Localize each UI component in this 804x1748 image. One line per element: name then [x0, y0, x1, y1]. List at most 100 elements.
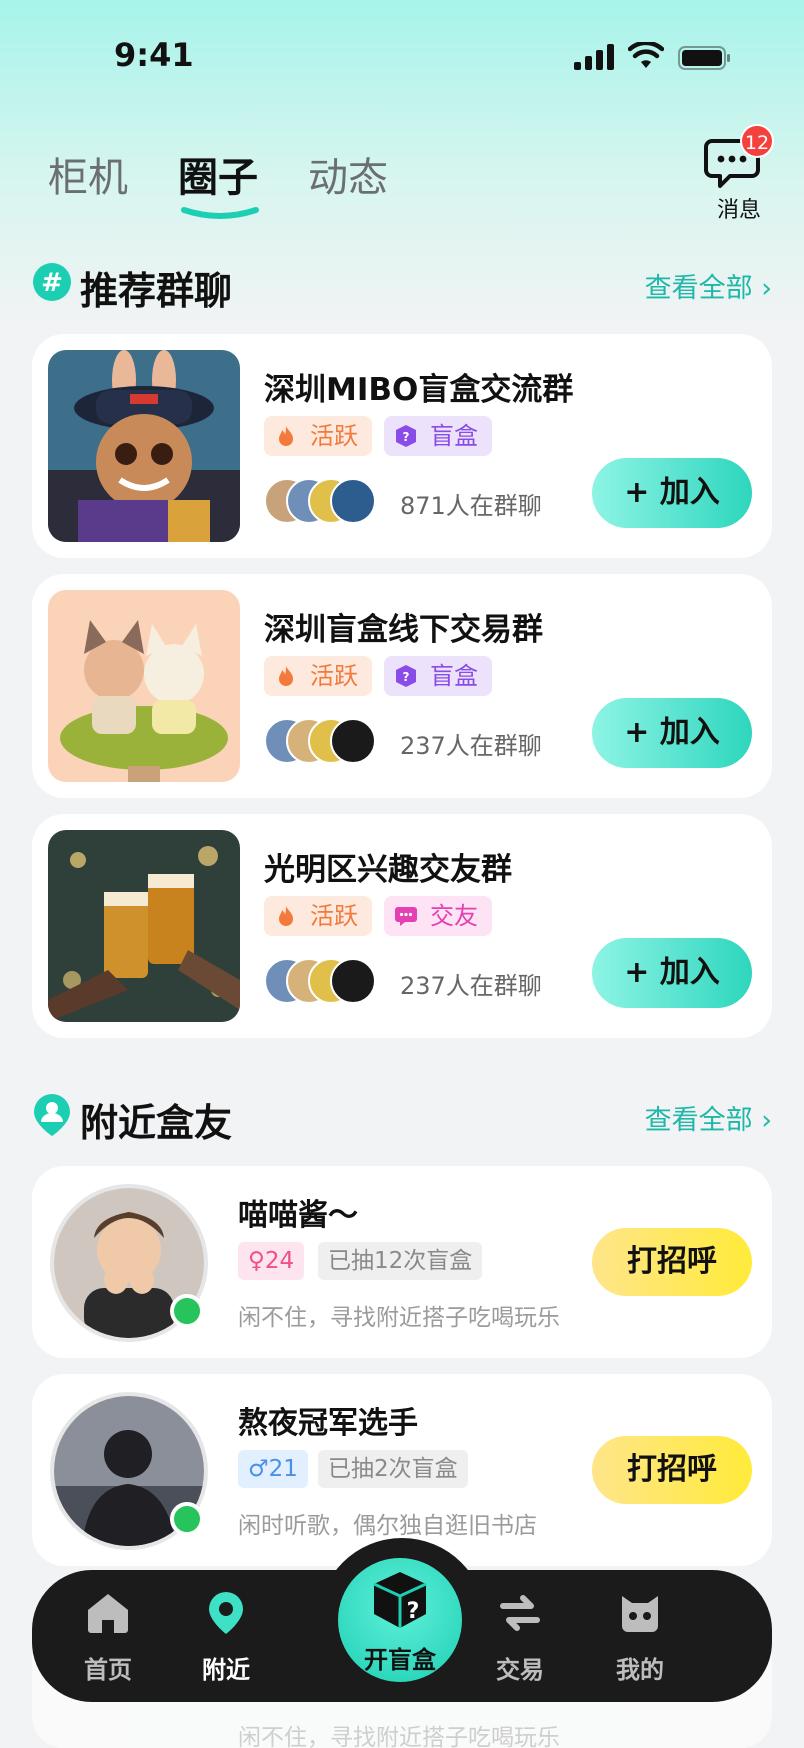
- avatar: [330, 478, 376, 524]
- group-name: 光明区兴趣交友群: [264, 852, 512, 888]
- wifi-icon: [628, 42, 664, 68]
- say-hello-button[interactable]: 打招呼: [592, 1228, 752, 1296]
- user-bio: 闲不住，寻找附近搭子吃喝玩乐: [238, 1725, 560, 1748]
- flame-icon: [279, 906, 293, 926]
- status-time: 9:41: [114, 36, 194, 74]
- open-blind-box-label: 开盲盒: [364, 1646, 436, 1674]
- member-avatars: [264, 718, 384, 766]
- location-person-icon: [34, 1094, 70, 1136]
- nav-home[interactable]: 首页: [58, 1590, 158, 1685]
- group-name: 深圳MIBO盲盒交流群: [264, 372, 574, 408]
- nearby-section-title: 附近盒友: [80, 1101, 233, 1145]
- message-count-badge: 12: [740, 124, 774, 158]
- svg-text:?: ?: [403, 430, 410, 444]
- box-icon: ?: [396, 425, 416, 447]
- hashtag-icon: #: [33, 263, 71, 301]
- svg-text:#: #: [41, 268, 63, 298]
- say-hello-button[interactable]: 打招呼: [592, 1436, 752, 1504]
- nav-label: 交易: [496, 1656, 544, 1684]
- svg-text:?: ?: [407, 1599, 420, 1624]
- tab-circle[interactable]: 圈子: [178, 150, 259, 219]
- tag-label: 活跃: [310, 662, 358, 690]
- nav-label: 我的: [616, 1656, 664, 1684]
- online-indicator: [170, 1502, 204, 1536]
- join-group-button[interactable]: + 加入: [592, 458, 752, 528]
- group-card[interactable]: 光明区兴趣交友群 活跃 交友 237人在群聊 + 加入: [32, 814, 772, 1038]
- group-card[interactable]: 深圳盲盒线下交易群 活跃 ? 盲盒 237人在群聊 + 加入: [32, 574, 772, 798]
- member-count: 237人在群聊: [400, 732, 542, 760]
- member-avatars: [264, 958, 384, 1006]
- nav-label: 附近: [202, 1656, 250, 1684]
- battery-icon: [678, 46, 730, 70]
- mystery-box-icon: ?: [373, 1572, 427, 1628]
- nearby-view-all-link[interactable]: 查看全部 ›: [645, 1098, 772, 1137]
- tag-label: 活跃: [310, 422, 358, 450]
- tab-label: 动态: [308, 155, 388, 201]
- active-tag: 活跃: [264, 656, 372, 696]
- chat-icon: [395, 907, 417, 926]
- top-tabs: 柜机 圈子 动态: [48, 150, 388, 219]
- flame-icon: [279, 666, 293, 686]
- groups-section-title: 推荐群聊: [80, 269, 233, 313]
- member-count: 871人在群聊: [400, 492, 542, 520]
- join-group-button[interactable]: + 加入: [592, 938, 752, 1008]
- tag-label: 交友: [430, 902, 478, 930]
- join-group-button[interactable]: + 加入: [592, 698, 752, 768]
- tag-label: 盲盒: [430, 422, 478, 450]
- view-all-label: 查看全部: [644, 273, 753, 304]
- chevron-right-icon: ›: [761, 273, 772, 304]
- exchange-icon: [500, 1595, 540, 1631]
- draw-count-badge: 已抽12次盲盒: [318, 1242, 483, 1280]
- group-cover-image: [48, 350, 240, 542]
- draw-count-badge: 已抽2次盲盒: [318, 1450, 468, 1488]
- tab-label: 柜机: [48, 155, 128, 201]
- group-name: 深圳盲盒线下交易群: [264, 612, 543, 648]
- messages-button[interactable]: 12 消息: [696, 124, 782, 228]
- open-blind-box-button[interactable]: ? 开盲盒: [332, 1552, 468, 1688]
- nav-nearby[interactable]: 附近: [176, 1590, 276, 1685]
- user-bio: 闲不住，寻找附近搭子吃喝玩乐: [238, 1305, 560, 1331]
- tag-label: 盲盒: [430, 662, 478, 690]
- online-indicator: [170, 1294, 204, 1328]
- tab-cabinet[interactable]: 柜机: [48, 150, 128, 210]
- svg-text:?: ?: [403, 670, 410, 684]
- user-bio: 闲时听歌，偶尔独自逛旧书店: [238, 1513, 537, 1539]
- messages-label: 消息: [716, 198, 761, 223]
- active-tab-underline: [181, 207, 259, 219]
- nearby-section-header: 附近盒友 查看全部 ›: [32, 1090, 772, 1145]
- avatar: [330, 718, 376, 764]
- status-bar: 9:41: [0, 0, 804, 110]
- groups-view-all-link[interactable]: 查看全部 ›: [645, 266, 772, 305]
- gender-age-badge: ♀24: [238, 1242, 305, 1280]
- tab-label: 圈子: [178, 155, 258, 201]
- tab-feed[interactable]: 动态: [308, 150, 388, 210]
- nav-mine[interactable]: 我的: [590, 1590, 690, 1685]
- user-name: 熬夜冠军选手: [238, 1406, 418, 1441]
- nearby-user-card[interactable]: 喵喵酱～ ♀24 已抽12次盲盒 闲不住，寻找附近搭子吃喝玩乐 打招呼: [32, 1166, 772, 1358]
- blind-box-tag: ? 盲盒: [384, 656, 492, 696]
- nav-label: 首页: [84, 1656, 132, 1684]
- cellular-signal-icon: [574, 44, 614, 70]
- blind-box-tag: ? 盲盒: [384, 416, 492, 456]
- friends-tag: 交友: [384, 896, 492, 936]
- home-icon: [88, 1594, 128, 1633]
- cat-face-icon: [622, 1596, 658, 1632]
- view-all-label: 查看全部: [644, 1105, 753, 1136]
- group-card[interactable]: 深圳MIBO盲盒交流群 活跃 ? 盲盒 871人在群聊 + 加入: [32, 334, 772, 558]
- avatar: [330, 958, 376, 1004]
- groups-section-header: # 推荐群聊 查看全部 ›: [32, 258, 772, 313]
- location-pin-icon: [209, 1592, 243, 1634]
- group-cover-image: [48, 830, 240, 1022]
- box-icon: ?: [396, 665, 416, 687]
- active-tag: 活跃: [264, 896, 372, 936]
- gender-age-badge: ♂21: [238, 1450, 308, 1488]
- member-avatars: [264, 478, 384, 526]
- nav-trade[interactable]: 交易: [470, 1590, 570, 1685]
- flame-icon: [279, 426, 293, 446]
- tag-label: 活跃: [310, 902, 358, 930]
- chevron-right-icon: ›: [761, 1105, 772, 1136]
- active-tag: 活跃: [264, 416, 372, 456]
- member-count: 237人在群聊: [400, 972, 542, 1000]
- user-name: 喵喵酱～: [238, 1198, 358, 1233]
- group-cover-image: [48, 590, 240, 782]
